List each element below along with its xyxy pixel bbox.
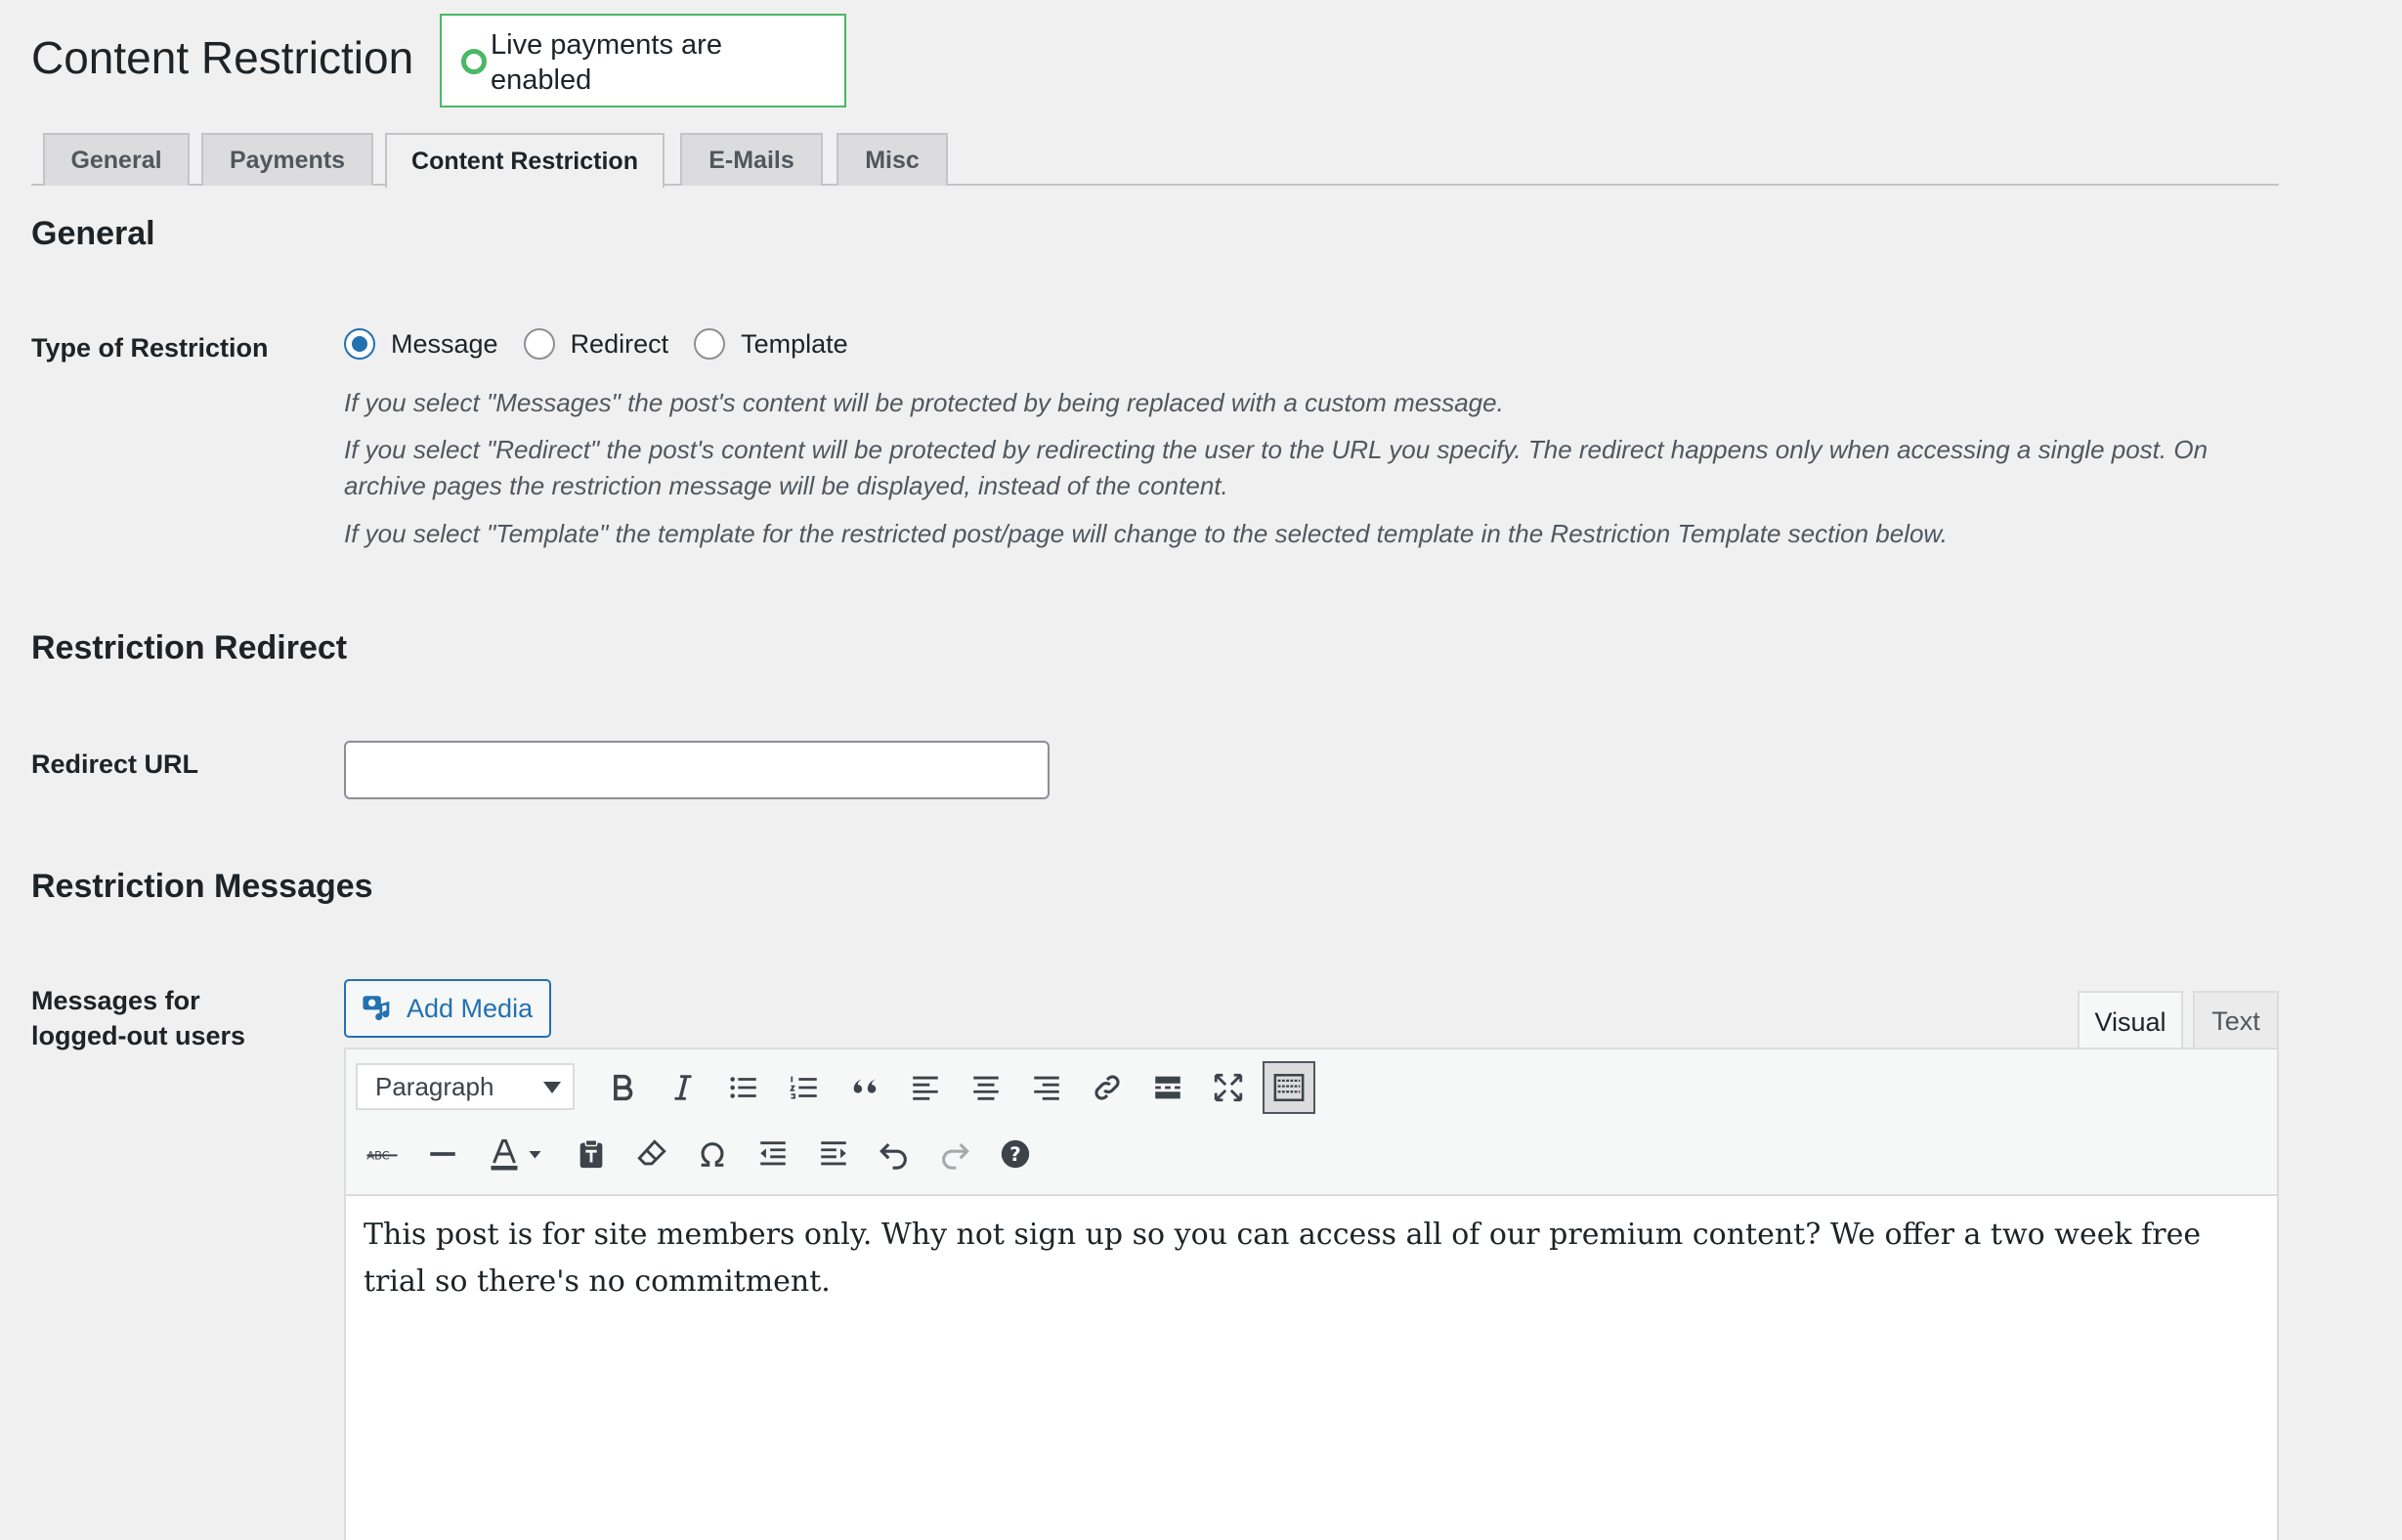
help-button[interactable]: ? [989,1128,1042,1180]
toolbar-toggle-button[interactable] [1263,1061,1315,1114]
radio-message-label: Message [391,328,498,359]
add-media-button[interactable]: Add Media [344,979,551,1038]
paste-text-icon [579,1139,603,1169]
description-message: If you select "Messages" the post's cont… [344,388,1504,417]
svg-text:?: ? [1009,1143,1021,1166]
editor-content[interactable]: This post is for site members only. Why … [364,1212,2259,1305]
strikethrough-button[interactable]: ABC [356,1128,408,1180]
radio-message-button[interactable] [344,328,375,360]
tab-visual[interactable]: Visual [2078,991,2183,1051]
indent-button[interactable] [807,1128,860,1180]
settings-tabs: General Payments Content Restriction E-M… [31,133,2279,188]
paste-text-button[interactable] [565,1128,618,1180]
read-more-button[interactable] [1141,1061,1194,1114]
format-select[interactable]: Paragraph [356,1063,575,1110]
undo-button[interactable] [868,1128,921,1180]
radio-template-button[interactable] [694,328,726,360]
messages-logged-out-label: Messages for logged-out users [31,986,246,1050]
notice-text: Live payments are enabled [491,29,722,96]
link-icon [1094,1075,1120,1100]
bulleted-list-button[interactable] [717,1061,770,1114]
format-select-value: Paragraph [375,1071,494,1101]
horizontal-line-icon [430,1152,455,1156]
redirect-url-input[interactable] [344,741,1050,799]
link-button[interactable] [1081,1061,1134,1114]
tab-misc[interactable]: Misc [836,133,948,186]
align-right-icon [1034,1076,1059,1100]
toolbar-toggle-icon [1273,1073,1305,1102]
general-heading: General [31,215,155,252]
align-left-icon [913,1076,938,1100]
tab-emails[interactable]: E-Mails [680,133,823,186]
type-of-restriction-label: Type of Restriction [31,333,269,363]
help-icon: ? [1001,1139,1030,1169]
add-media-label: Add Media [407,993,534,1023]
bulleted-list-icon [730,1077,756,1098]
indent-icon [821,1141,846,1166]
page-header: Content Restriction Live payments are en… [31,14,846,107]
text-color-button[interactable] [477,1128,555,1180]
status-dot-icon [461,49,487,74]
editor-toolbar: Paragraph ABC ? [346,1049,2277,1196]
redo-icon [942,1142,969,1170]
radio-redirect[interactable]: Redirect [523,328,669,360]
fullscreen-button[interactable] [1202,1061,1255,1114]
blockquote-button[interactable] [838,1061,891,1114]
tab-general[interactable]: General [43,133,190,186]
numbered-list-button[interactable] [778,1061,831,1114]
outdent-icon [760,1141,786,1166]
chevron-down-icon [543,1082,561,1093]
tab-payments[interactable]: Payments [201,133,373,186]
text-color-icon [491,1139,541,1171]
special-character-icon [701,1142,724,1167]
fullscreen-icon [1214,1073,1243,1102]
description-redirect: If you select "Redirect" the post's cont… [344,435,2209,500]
align-right-button[interactable] [1020,1061,1073,1114]
align-center-icon [973,1076,999,1100]
align-center-button[interactable] [960,1061,1012,1114]
restriction-messages-heading: Restriction Messages [31,868,373,905]
live-payments-notice: Live payments are enabled [440,14,846,107]
italic-button[interactable] [657,1061,709,1114]
tab-content-restriction[interactable]: Content Restriction [385,133,665,188]
redirect-url-label: Redirect URL [31,749,199,779]
message-editor: Paragraph ABC ? This post is for site me… [344,1048,2279,1540]
align-left-button[interactable] [899,1061,952,1114]
italic-icon [674,1075,692,1100]
radio-redirect-button[interactable] [523,328,555,360]
bold-button[interactable] [596,1061,649,1114]
redo-button[interactable] [928,1128,981,1180]
outdent-button[interactable] [747,1128,799,1180]
read-more-icon [1155,1076,1180,1099]
horizontal-line-button[interactable] [416,1128,469,1180]
add-media-icon [363,996,390,1021]
numbered-list-icon [789,1076,817,1099]
restriction-type-radios: Message Redirect Template [344,328,874,360]
special-character-button[interactable] [686,1128,739,1180]
radio-template-label: Template [741,328,848,359]
restriction-redirect-heading: Restriction Redirect [31,629,348,666]
radio-redirect-label: Redirect [570,328,669,359]
bold-icon [614,1074,633,1101]
radio-template[interactable]: Template [694,328,848,360]
radio-message[interactable]: Message [344,328,498,360]
blockquote-icon [853,1079,877,1093]
settings-page: Content Restriction Live payments are en… [31,0,2279,1540]
strikethrough-icon: ABC [366,1149,398,1163]
page-title: Content Restriction [31,32,414,83]
description-template: If you select "Template" the template fo… [344,519,1948,548]
clear-formatting-button[interactable] [625,1128,678,1180]
tab-text[interactable]: Text [2193,991,2279,1049]
clear-formatting-icon [637,1139,666,1166]
undo-icon [879,1142,907,1170]
